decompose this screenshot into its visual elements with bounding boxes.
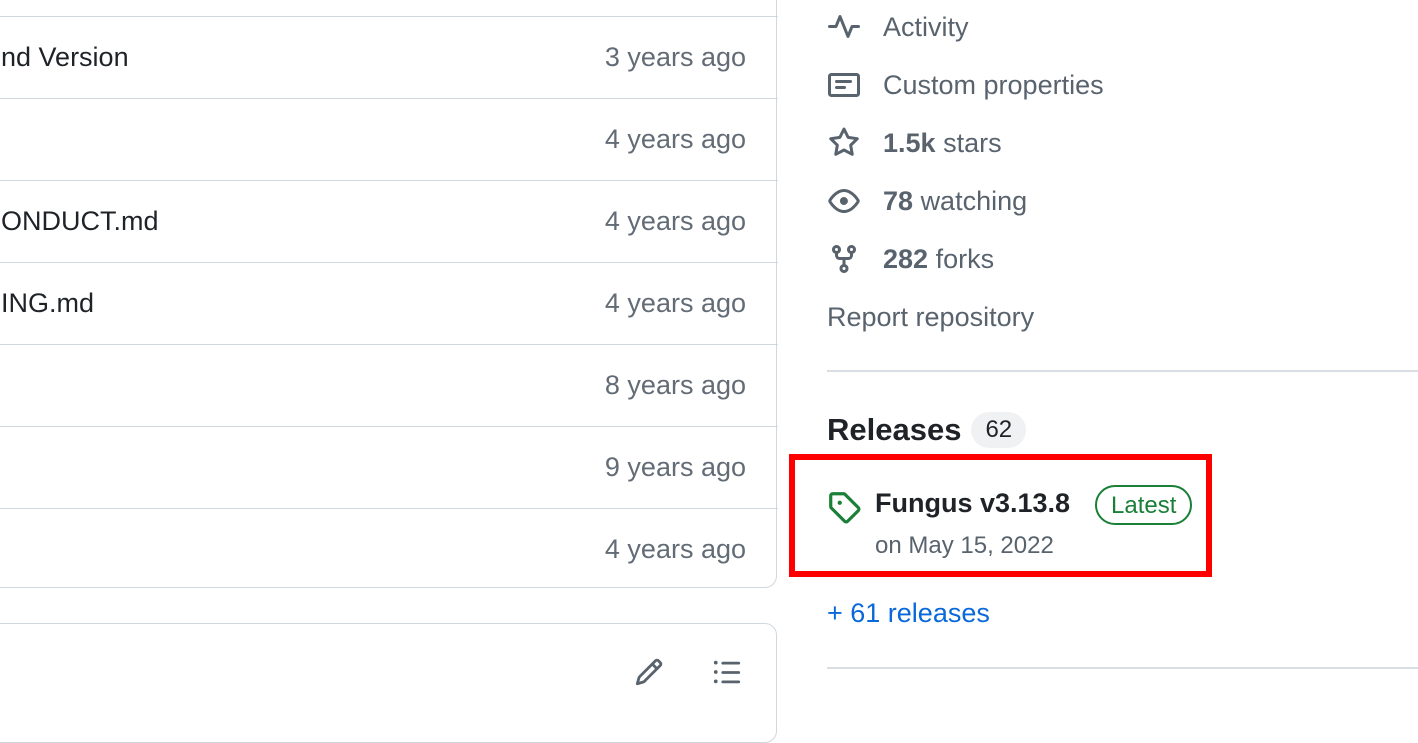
file-table: nd Version 3 years ago 4 years ago ONDUC… [0, 0, 778, 590]
table-row[interactable]: nd Version 3 years ago [0, 16, 778, 98]
latest-release-link[interactable]: Fungus v3.13.8 [875, 488, 1070, 519]
outline-button[interactable] [709, 654, 745, 690]
stars-link[interactable]: 1.5k stars [827, 123, 1002, 163]
forks-label: forks [935, 243, 995, 274]
star-icon [827, 126, 861, 160]
commit-date[interactable]: 4 years ago [605, 99, 746, 179]
divider [827, 370, 1418, 372]
forks-link[interactable]: 282 forks [827, 239, 994, 279]
commit-date[interactable]: 4 years ago [605, 509, 746, 589]
commit-date[interactable]: 3 years ago [605, 17, 746, 97]
report-repository-label: Report repository [827, 301, 1035, 332]
edit-readme-button[interactable] [631, 654, 667, 690]
pulse-icon [827, 10, 861, 44]
divider [827, 667, 1418, 669]
commit-date[interactable]: 4 years ago [605, 181, 746, 261]
table-row[interactable]: 4 years ago [0, 98, 778, 180]
list-unordered-icon [713, 660, 741, 684]
table-row[interactable]: 9 years ago [0, 426, 778, 508]
watching-count: 78 [883, 185, 914, 216]
activity-link[interactable]: Activity [827, 7, 969, 47]
table-row[interactable]: ING.md 4 years ago [0, 262, 778, 344]
stars-label: stars [943, 127, 1002, 158]
table-row[interactable]: ONDUCT.md 4 years ago [0, 180, 778, 262]
file-name[interactable]: ONDUCT.md [1, 181, 159, 261]
custom-properties-label: Custom properties [883, 69, 1104, 100]
commit-date[interactable]: 9 years ago [605, 427, 746, 507]
table-row[interactable]: 8 years ago [0, 344, 778, 426]
report-repository-link[interactable]: Report repository [827, 297, 1034, 337]
custom-properties-link[interactable]: Custom properties [827, 65, 1104, 105]
more-releases-link[interactable]: + 61 releases [827, 598, 990, 629]
readme-box [0, 623, 777, 743]
releases-title[interactable]: Releases [827, 412, 961, 448]
file-name[interactable]: nd Version [1, 17, 129, 97]
activity-label: Activity [883, 11, 969, 42]
releases-heading[interactable]: Releases 62 [827, 408, 1027, 452]
repo-forked-icon [827, 242, 861, 276]
stars-count: 1.5k [883, 127, 936, 158]
release-date: on May 15, 2022 [875, 532, 1054, 559]
tag-icon [829, 492, 861, 524]
watching-label: watching [920, 185, 1028, 216]
pencil-icon [635, 658, 663, 686]
table-row[interactable]: 4 years ago [0, 508, 778, 590]
file-name[interactable]: ING.md [1, 263, 94, 343]
commit-date[interactable]: 4 years ago [605, 263, 746, 343]
note-icon [827, 68, 861, 102]
forks-count: 282 [883, 243, 929, 274]
commit-date[interactable]: 8 years ago [605, 345, 746, 425]
releases-count-badge: 62 [971, 412, 1027, 448]
watching-link[interactable]: 78 watching [827, 181, 1027, 221]
eye-icon [827, 184, 861, 218]
latest-badge: Latest [1095, 485, 1193, 525]
